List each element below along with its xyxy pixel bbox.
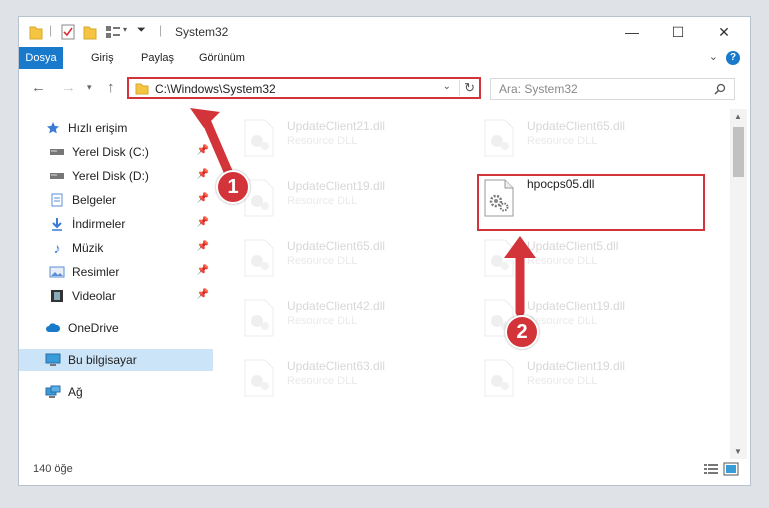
step-2-badge: 2 [505,315,539,349]
arrow-1-shaft [200,113,235,181]
annotation-arrows [190,108,536,317]
step-1-badge: 1 [216,170,250,204]
